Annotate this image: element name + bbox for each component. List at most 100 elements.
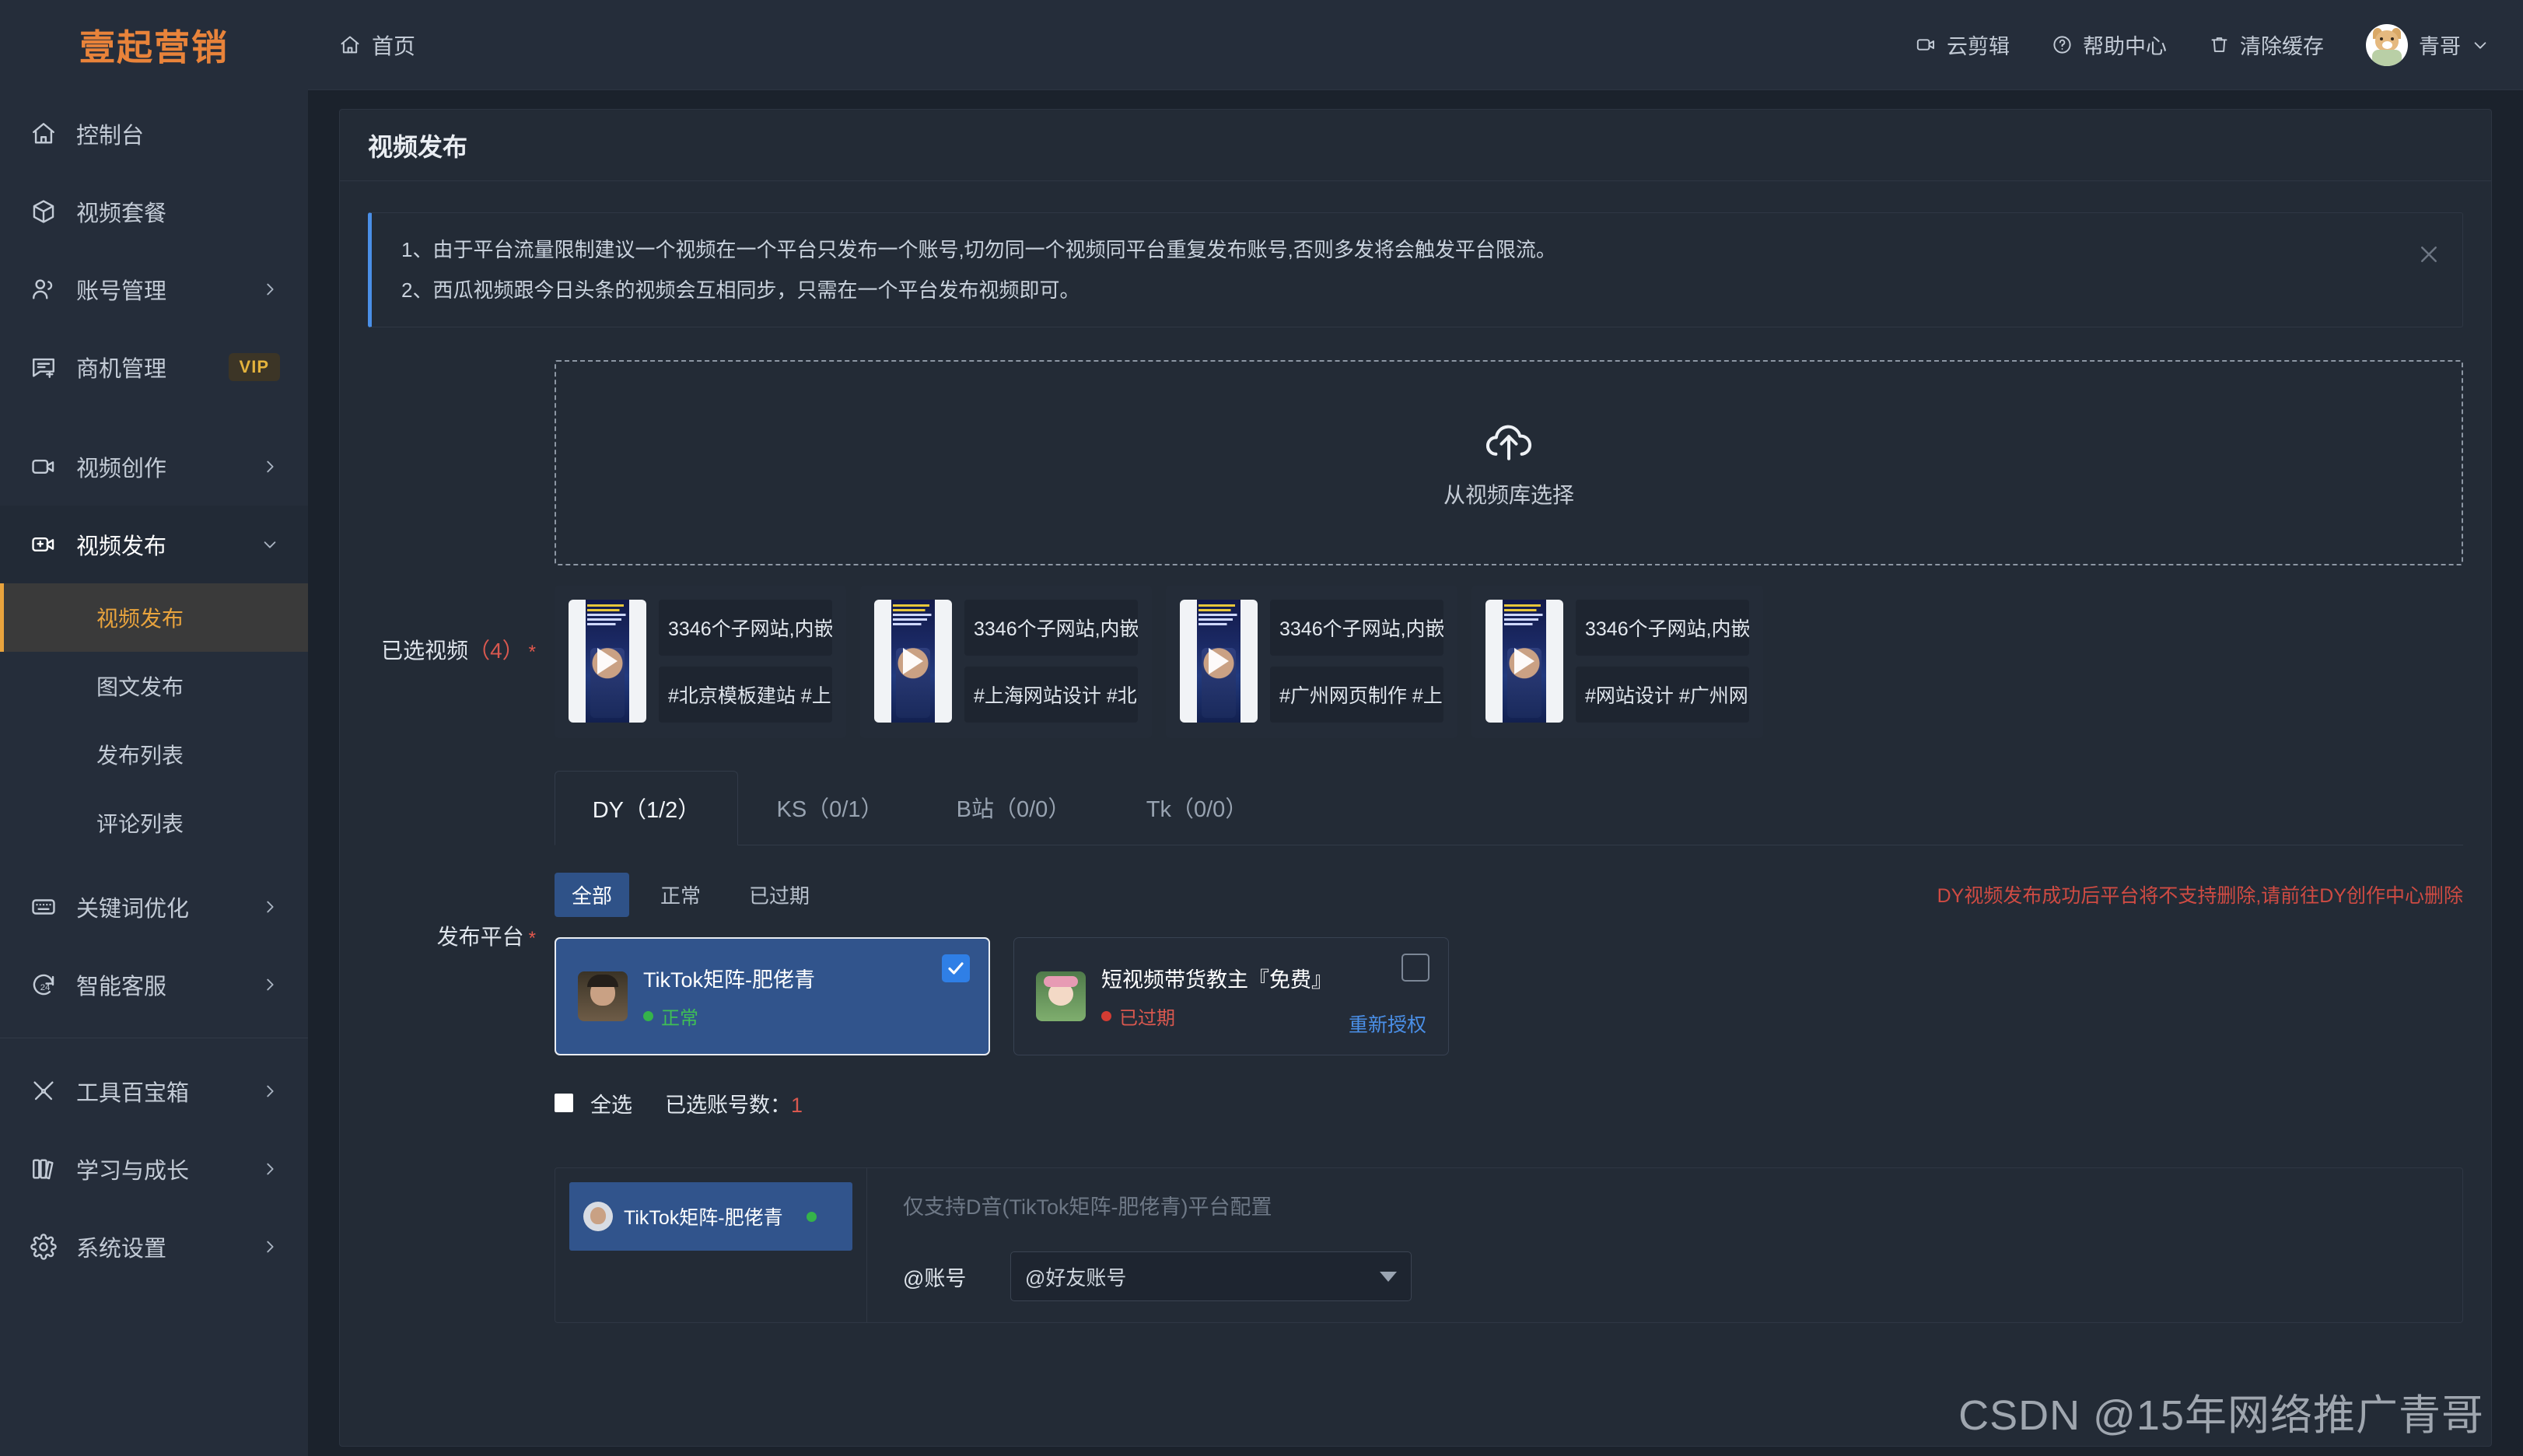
- select-all-checkbox[interactable]: [555, 1094, 573, 1112]
- publish-platform-label: 发布平台 *: [368, 765, 555, 951]
- publish-platform-row: 发布平台 * DY（1/2） KS（0/1） B站（0/0） Tk（0/0） 全部: [368, 765, 2463, 1122]
- selected-videos-list: 3346个子网站,内嵌12万关键 #北京模板建站 #上海模板建: [555, 586, 2463, 738]
- close-icon[interactable]: [2417, 243, 2441, 266]
- play-icon: [903, 648, 923, 674]
- user-menu[interactable]: 青哥: [2366, 23, 2489, 66]
- video-card[interactable]: 3346个子网站,内嵌12万关键 #广州网页制作 #上海网页制: [1166, 586, 1457, 738]
- chevron-right-icon: [260, 897, 280, 917]
- sidebar-item-toolbox[interactable]: 工具百宝箱: [0, 1052, 308, 1130]
- home-icon: [30, 120, 58, 148]
- account-card-selected[interactable]: TikTok矩阵-肥佬青 正常: [555, 937, 990, 1055]
- at-account-select[interactable]: @好友账号: [1010, 1251, 1412, 1301]
- books-icon: [30, 1155, 58, 1183]
- tab-ks[interactable]: KS（0/1）: [738, 770, 922, 845]
- sidebar-subitem-video-publish[interactable]: 视频发布: [0, 583, 308, 652]
- config-hint: 仅支持D音(TikTok矩阵-肥佬青)平台配置: [903, 1195, 1272, 1219]
- sidebar-item-account-management[interactable]: 账号管理: [0, 250, 308, 328]
- help-center-button[interactable]: 帮助中心: [2052, 30, 2167, 60]
- sidebar-subitem-label: 发布列表: [96, 744, 184, 768]
- tab-bilibili[interactable]: B站（0/0）: [922, 770, 1105, 845]
- gear-icon: [30, 1233, 58, 1261]
- cloud-edit-button[interactable]: 云剪辑: [1916, 30, 2010, 60]
- video-card[interactable]: 3346个子网站,内嵌12万关键 #上海网站设计 #北京网站设: [860, 586, 1152, 738]
- account-checkbox[interactable]: [1401, 954, 1429, 982]
- config-account-chip[interactable]: TikTok矩阵-肥佬青: [569, 1182, 852, 1251]
- cloud-edit-label: 云剪辑: [1947, 35, 2010, 58]
- chevron-right-icon: [260, 279, 280, 299]
- play-icon: [1209, 648, 1229, 674]
- sidebar-item-dashboard[interactable]: 控制台: [0, 95, 308, 173]
- tools-icon: [30, 1077, 58, 1105]
- sidebar-item-learning-growth[interactable]: 学习与成长: [0, 1130, 308, 1208]
- cloud-upload-icon: [1479, 416, 1538, 464]
- user-name: 青哥: [2419, 35, 2461, 58]
- chevron-right-icon: [260, 1159, 280, 1179]
- sidebar-subitem-publish-list[interactable]: 发布列表: [0, 720, 308, 789]
- selected-videos-label: 已选视频（4） *: [368, 634, 555, 738]
- selected-videos-row: 已选视频（4） * 从视频库选择 3346个子网站,内嵌 #北京模板建站 #上 …: [368, 360, 2463, 738]
- tab-dy[interactable]: DY（1/2）: [555, 771, 738, 845]
- account-card-list: TikTok矩阵-肥佬青 正常 短视频带货教主『免费』 已过期 重新授权: [555, 937, 2463, 1055]
- video-library-dropzone[interactable]: 从视频库选择: [555, 360, 2463, 565]
- sidebar-item-label: 智能客服: [76, 975, 167, 999]
- brand-logo[interactable]: 壹起营销: [0, 0, 308, 90]
- video-title: 3346个子网站,内嵌12万关键: [1270, 600, 1443, 656]
- filter-all[interactable]: 全部: [555, 872, 630, 917]
- keyboard-icon: [30, 893, 58, 921]
- sidebar-item-system-settings[interactable]: 系统设置: [0, 1208, 308, 1286]
- select-all-row: 全选 已选账号数：1: [555, 1083, 2463, 1122]
- tab-label: KS（0/1）: [776, 797, 884, 822]
- filter-expired[interactable]: 已过期: [732, 873, 827, 917]
- clear-cache-button[interactable]: 清除缓存: [2209, 30, 2324, 60]
- account-meta: TikTok矩阵-肥佬青 正常: [643, 963, 967, 1030]
- chevron-down-icon: [2472, 37, 2489, 54]
- account-filter-row: 全部 正常 已过期 DY视频发布成功后平台将不支持删除,请前往DY创作中心删除: [555, 872, 2463, 917]
- notice-line-2: 2、西瓜视频跟今日头条的视频会互相同步，只需在一个平台发布视频即可。: [401, 278, 1080, 302]
- video-card[interactable]: 3346个子网站,内嵌12万关键 #网站设计 #广州网站设计 #: [1471, 586, 1763, 738]
- publish-platform-label-text: 发布平台: [436, 925, 524, 949]
- video-thumbnail: [1180, 600, 1258, 723]
- notice-line-1: 1、由于平台流量限制建议一个视频在一个平台只发布一个账号,切勿同一个视频同平台重…: [401, 238, 1556, 261]
- sidebar-item-label: 视频套餐: [76, 201, 167, 226]
- video-title: 3346个子网站,内嵌12万关键: [964, 600, 1138, 656]
- sidebar-subitem-image-text-publish[interactable]: 图文发布: [0, 652, 308, 720]
- video-tags: #广州网页制作 #上海网页制: [1270, 667, 1443, 723]
- sidebar-item-video-creation[interactable]: 视频创作: [0, 428, 308, 506]
- sidebar-item-label: 视频创作: [76, 457, 167, 481]
- sidebar-subitem-label: 评论列表: [96, 812, 184, 836]
- sidebar-item-label: 关键词优化: [76, 897, 190, 922]
- sidebar-item-business-management[interactable]: 商机管理 VIP: [0, 328, 308, 406]
- platform-config-panel: TikTok矩阵-肥佬青 仅支持D音(TikTok矩阵-肥佬青)平台配置 @账号: [555, 1167, 2463, 1323]
- required-asterisk: *: [528, 928, 536, 949]
- play-icon: [1514, 648, 1534, 674]
- breadcrumb[interactable]: 首页: [339, 30, 415, 61]
- required-asterisk: *: [528, 642, 536, 663]
- sidebar-subitem-comment-list[interactable]: 评论列表: [0, 789, 308, 857]
- account-name: TikTok矩阵-肥佬青: [643, 968, 815, 992]
- users-icon: [30, 275, 58, 303]
- sidebar-item-video-package[interactable]: 视频套餐: [0, 173, 308, 250]
- sidebar-item-smart-service[interactable]: 24 智能客服: [0, 946, 308, 1024]
- video-card-text: 3346个子网站,内嵌12万关键 #北京模板建站 #上海模板建: [659, 600, 832, 724]
- filter-normal[interactable]: 正常: [643, 873, 718, 917]
- sidebar-item-label: 控制台: [76, 124, 145, 149]
- sidebar-item-keyword-optimization[interactable]: 关键词优化: [0, 868, 308, 946]
- reauthorize-link[interactable]: 重新授权: [1349, 1010, 1426, 1038]
- account-card[interactable]: 短视频带货教主『免费』 已过期 重新授权: [1013, 937, 1449, 1055]
- sidebar-item-video-publish[interactable]: 视频发布: [0, 506, 308, 583]
- topbar-actions: 云剪辑 帮助中心 清除缓存 青哥: [1916, 23, 2489, 66]
- account-checkbox[interactable]: [942, 954, 970, 982]
- tab-tk[interactable]: Tk（0/0）: [1105, 770, 1289, 845]
- config-account-name: TikTok矩阵-肥佬青: [624, 1207, 783, 1229]
- config-at-account-field: @账号 @好友账号: [903, 1251, 2462, 1301]
- video-thumbnail: [874, 600, 952, 723]
- video-card[interactable]: 3346个子网站,内嵌12万关键 #北京模板建站 #上海模板建: [555, 586, 846, 738]
- chevron-down-icon: [260, 534, 280, 555]
- status-badge: 正常: [643, 1003, 967, 1030]
- selected-videos-field: 从视频库选择 3346个子网站,内嵌12万关键: [555, 360, 2463, 738]
- svg-text:24: 24: [40, 983, 51, 992]
- video-thumbnail: [569, 600, 646, 723]
- play-icon: [597, 648, 618, 674]
- page-title: 视频发布: [368, 132, 468, 161]
- message-plus-icon: [30, 353, 58, 381]
